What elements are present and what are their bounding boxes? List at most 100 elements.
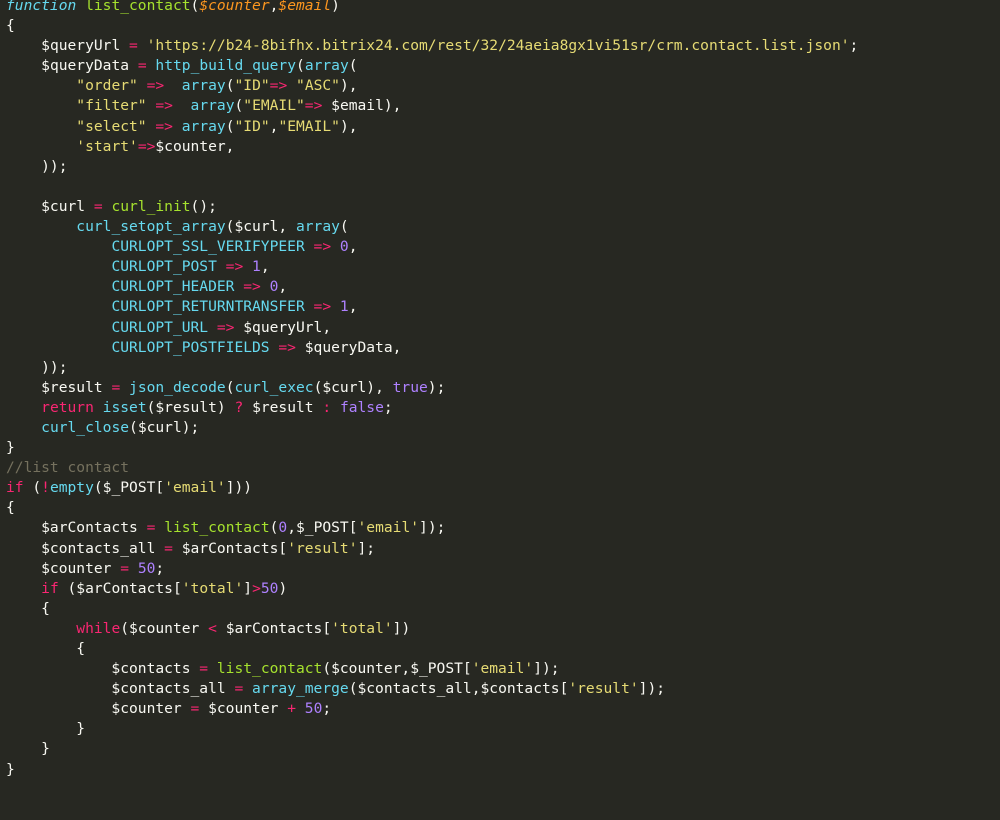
code-token: => (155, 97, 173, 115)
code-token: $queryUrl, (234, 318, 332, 336)
code-token: 1 (252, 258, 261, 276)
code-token: 'result' (287, 539, 358, 557)
code-token: ) (331, 0, 340, 14)
code-token: = (199, 660, 209, 678)
code-token: false (339, 398, 384, 416)
code-line: CURLOPT_POST => 1, (6, 257, 1000, 277)
code-token: 'email' (164, 479, 226, 497)
code-token: ($curl); (129, 418, 200, 436)
code-token: , (278, 278, 288, 296)
code-token: ($result) (146, 398, 235, 416)
code-token: = (164, 539, 173, 557)
code-token: } (6, 720, 86, 738)
code-token: curl_init (111, 197, 191, 215)
code-token: } (6, 740, 50, 758)
code-token: //list contact (6, 459, 130, 477)
code-token: = (190, 700, 200, 718)
code-token: "ASC" (296, 77, 340, 95)
code-token: array (181, 117, 226, 135)
code-token: ( (190, 0, 200, 14)
code-token: $arContacts[ (172, 539, 288, 557)
code-token: > (252, 579, 261, 597)
code-token: , (348, 238, 358, 256)
code-token: ]); (419, 519, 446, 537)
code-line: while($counter < $arContacts['total']) (6, 619, 1000, 639)
code-token: $counter (6, 700, 191, 718)
code-token: while (76, 619, 121, 637)
code-token: ( (23, 479, 42, 497)
code-token: => (216, 318, 235, 336)
code-token: { (6, 640, 86, 657)
code-line: } (6, 760, 1000, 780)
code-token: ; (155, 559, 165, 577)
code-line: { (6, 639, 1000, 659)
code-token: $counter (199, 700, 288, 718)
code-token: $queryData, (295, 338, 402, 356)
code-token: => (313, 298, 332, 316)
code-token: array (190, 97, 235, 115)
code-token: ] (243, 579, 253, 597)
code-token: list_contact (216, 660, 323, 678)
code-token: => (278, 338, 296, 356)
code-line: } (6, 739, 1000, 759)
code-line: $queryUrl = 'https://b24-8bifhx.bitrix24… (6, 36, 1000, 56)
code-token: ), (339, 117, 358, 135)
code-token: $counter (6, 559, 121, 577)
code-token: return (41, 398, 94, 416)
code-token: $contacts_all (6, 680, 235, 698)
code-line: { (6, 16, 1000, 36)
code-token: $email), (322, 97, 402, 115)
code-token: $email (278, 0, 332, 14)
code-token: = (137, 57, 147, 75)
code-token: isset (102, 398, 147, 416)
code-line: $contacts_all = $arContacts['result']; (6, 539, 1000, 559)
code-line: $arContacts = list_contact(0,$_POST['ema… (6, 518, 1000, 538)
code-token: $arContacts (6, 519, 147, 537)
code-token: 50 (260, 579, 279, 597)
code-token: $counter (199, 0, 270, 14)
code-token: 50 (304, 700, 323, 718)
code-token: ($curl, (225, 218, 296, 236)
code-line: function list_contact($counter,$email) (6, 0, 1000, 16)
code-line: $contacts = list_contact($counter,$_POST… (6, 659, 1000, 679)
code-token: ($curl), (313, 378, 393, 396)
code-token: "EMAIL" (278, 117, 340, 135)
code-line: $curl = curl_init(); (6, 197, 1000, 217)
code-token: true (392, 378, 428, 396)
code-token: "EMAIL" (243, 97, 305, 115)
code-line: CURLOPT_POSTFIELDS => $queryData, (6, 338, 1000, 358)
code-token: (); (190, 197, 217, 215)
code-line: $counter = $counter + 50; (6, 699, 1000, 719)
code-line: { (6, 599, 1000, 619)
code-token: ($_POST[ (93, 479, 165, 497)
code-token: CURLOPT_RETURNTRANSFER (111, 298, 305, 316)
code-token: curl_exec (234, 378, 314, 396)
code-token: ($counter,$_POST[ (322, 660, 472, 678)
code-token: => (225, 258, 244, 276)
code-token: + (287, 700, 296, 718)
code-editor[interactable]: function list_contact($counter,$email){ … (6, 0, 1000, 780)
code-token: array (304, 57, 349, 75)
code-line: CURLOPT_RETURNTRANSFER => 1, (6, 297, 1000, 317)
code-line: curl_close($curl); (6, 418, 1000, 438)
